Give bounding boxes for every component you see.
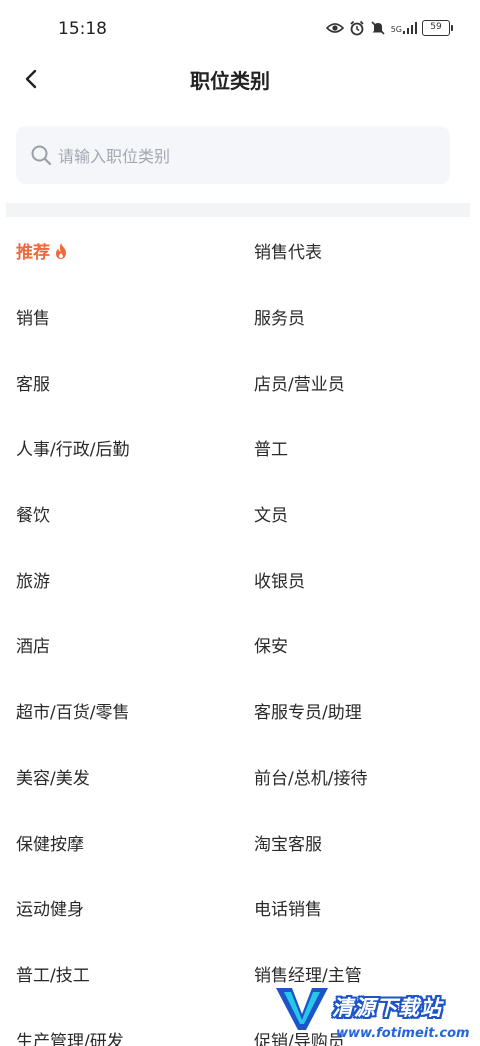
category-row: 超市/百货/零售 客服专员/助理: [0, 678, 480, 744]
category-item[interactable]: 前台/总机/接待: [237, 744, 480, 810]
category-item[interactable]: 普工/技工: [0, 941, 237, 1007]
section-divider: [6, 203, 470, 217]
category-item[interactable]: 保健按摩: [0, 809, 237, 875]
category-item[interactable]: 旅游: [0, 546, 237, 612]
mute-icon: [371, 21, 385, 35]
category-item[interactable]: 美容/美发: [0, 744, 237, 810]
watermark: 清源下载站 www.fotimeit.com: [274, 984, 470, 1046]
category-item[interactable]: 销售代表: [237, 218, 480, 284]
category-item[interactable]: 运动健身: [0, 875, 237, 941]
category-item[interactable]: 人事/行政/后勤: [0, 415, 237, 481]
category-row: 保健按摩 淘宝客服: [0, 809, 480, 875]
search-input[interactable]: 请输入职位类别: [16, 126, 450, 184]
watermark-logo-icon: [276, 988, 328, 1030]
search-icon: [31, 145, 52, 166]
category-grid: 推荐 销售代表 销售 服务员 客服 店员/营业员 人事/行政/后勤 普工 餐饮 …: [0, 218, 480, 1046]
category-label: 推荐: [16, 243, 50, 264]
category-row: 客服 店员/营业员: [0, 349, 480, 415]
category-item[interactable]: 酒店: [0, 612, 237, 678]
category-item[interactable]: 餐饮: [0, 481, 237, 547]
eye-icon: [325, 23, 344, 33]
category-item[interactable]: 客服专员/助理: [237, 678, 480, 744]
status-time: 15:18: [58, 19, 107, 39]
category-item-recommended[interactable]: 推荐: [0, 218, 237, 284]
network-label: 5G: [390, 25, 402, 34]
category-item[interactable]: 超市/百货/零售: [0, 678, 237, 744]
category-item[interactable]: 电话销售: [237, 875, 480, 941]
category-item[interactable]: 淘宝客服: [237, 809, 480, 875]
category-row: 旅游 收银员: [0, 546, 480, 612]
category-item[interactable]: 销售: [0, 284, 237, 350]
search-placeholder: 请输入职位类别: [58, 147, 171, 166]
category-item[interactable]: 保安: [237, 612, 480, 678]
category-row: 美容/美发 前台/总机/接待: [0, 744, 480, 810]
category-item[interactable]: 客服: [0, 349, 237, 415]
category-row: 人事/行政/后勤 普工: [0, 415, 480, 481]
signal-icon: 5G: [391, 22, 417, 34]
category-item[interactable]: 服务员: [237, 284, 480, 350]
category-row: 餐饮 文员: [0, 481, 480, 547]
alarm-icon: [350, 20, 364, 36]
category-row: 运动健身 电话销售: [0, 875, 480, 941]
status-icons: 5G 59: [325, 20, 453, 36]
category-row: 酒店 保安: [0, 612, 480, 678]
category-row: 推荐 销售代表: [0, 218, 480, 284]
category-row: 销售 服务员: [0, 284, 480, 350]
battery-icon: 59: [422, 20, 453, 36]
category-item[interactable]: 收银员: [237, 546, 480, 612]
category-item[interactable]: 生产管理/研发: [0, 1006, 237, 1046]
category-item[interactable]: 普工: [237, 415, 480, 481]
page-title: 职位类别: [190, 69, 270, 93]
watermark-url: www.fotimeit.com: [336, 1026, 470, 1041]
nav-bar: 职位类别: [0, 50, 480, 106]
fire-icon: [56, 242, 66, 259]
category-item[interactable]: 店员/营业员: [237, 349, 480, 415]
category-item[interactable]: 文员: [237, 481, 480, 547]
watermark-title: 清源下载站: [332, 996, 442, 1020]
